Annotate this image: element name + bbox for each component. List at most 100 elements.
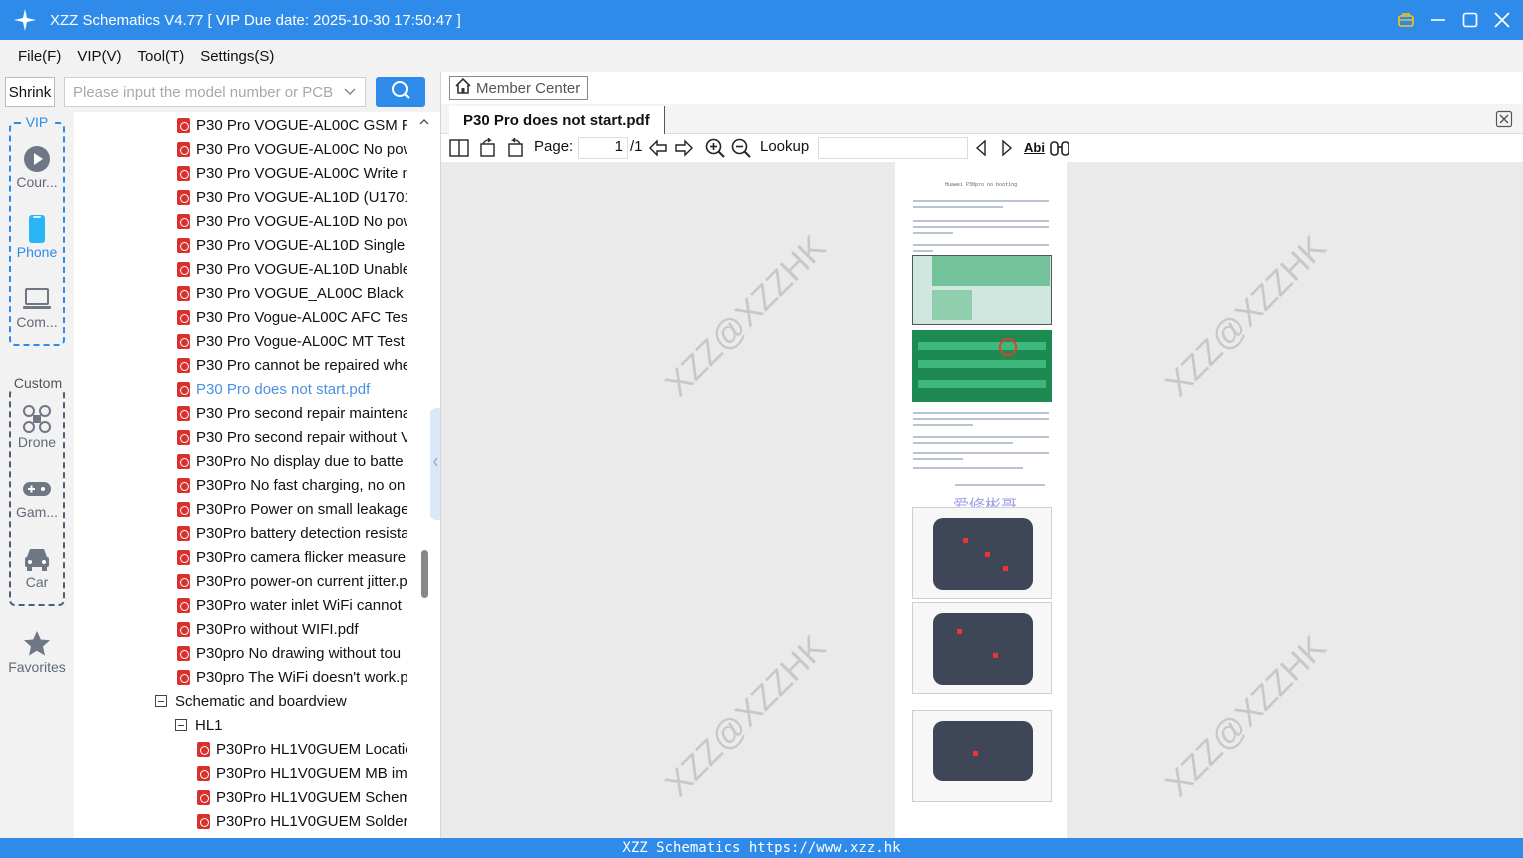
find-prev-icon[interactable] [971, 138, 991, 158]
zoom-in-icon[interactable] [705, 138, 725, 158]
nav-courses[interactable]: Cour... [0, 144, 74, 190]
tree-file-item[interactable]: P30 Pro VOGUE_AL00C Black scr [177, 281, 407, 305]
collapse-box-icon[interactable] [155, 695, 167, 707]
prev-page-icon[interactable] [648, 138, 668, 158]
nav-phone-label: Phone [16, 244, 58, 260]
board-diagram-1 [912, 507, 1052, 599]
tree-file-item[interactable]: P30Pro battery detection resista [177, 521, 407, 545]
laptop-icon [22, 284, 52, 314]
tree-file-item[interactable]: P30Pro Power on small leakage [177, 497, 407, 521]
search-button[interactable] [376, 77, 425, 107]
tree-file-item[interactable]: P30Pro power-on current jitter.p [177, 569, 407, 593]
pdf-viewer[interactable]: XZZ@XZZHK XZZ@XZZHK XZZ@XZZHK XZZ@XZZHK … [441, 162, 1523, 838]
pdf-file-icon [177, 261, 190, 277]
menu-settings[interactable]: Settings(S) [192, 48, 282, 65]
vip-group-label: VIP [22, 114, 52, 130]
custom-group-label: Custom [10, 375, 66, 391]
tree-file-item[interactable]: P30 Pro second repair maintena [177, 401, 407, 425]
tree-file-item[interactable]: P30Pro HL1V0GUEM Locatio [197, 737, 407, 761]
tree-file-item[interactable]: P30Pro No fast charging, no on [177, 473, 407, 497]
tree-file-item[interactable]: P30 Pro second repair without V [177, 425, 407, 449]
tree-file-item[interactable]: P30 Pro Vogue-AL00C MT Test f [177, 329, 407, 353]
tree-subfolder-item[interactable]: HL1 [175, 713, 405, 737]
chevron-down-icon[interactable] [343, 84, 357, 102]
nav-drone[interactable]: Drone [0, 404, 74, 450]
tree-file-item[interactable]: P30 Pro VOGUE-AL00C GSM Re [177, 113, 407, 137]
pdf-toolbar: Page: 1 /1 Lookup Abi [441, 134, 1523, 162]
tree-file-item[interactable]: P30 Pro cannot be repaired whe [177, 353, 407, 377]
nav-favorites[interactable]: Favorites [0, 629, 74, 675]
tree-file-label: P30Pro battery detection resista [196, 524, 407, 542]
maximize-icon[interactable] [1459, 9, 1481, 31]
menu-vip[interactable]: VIP(V) [69, 48, 129, 65]
tree-file-item[interactable]: P30Pro water inlet WiFi cannot [177, 593, 407, 617]
status-bar: XZZ Schematics https://www.xzz.hk [0, 838, 1523, 858]
window-title: XZZ Schematics V4.77 [ VIP Due date: 202… [50, 11, 461, 29]
tree-file-label: P30Pro No display due to batte [196, 452, 404, 470]
tree-file-item[interactable]: P30pro No drawing without tou [177, 641, 407, 665]
tree-file-label: P30Pro HL1V0GUEM Schema [216, 788, 407, 806]
nav-phone[interactable]: Phone [0, 214, 74, 260]
vip-badge-icon[interactable] [1395, 9, 1417, 31]
tree-file-item[interactable]: P30 Pro VOGUE-AL10D Single s [177, 233, 407, 257]
tree-file-item[interactable]: P30Pro HL1V0GUEM Solder . [197, 809, 407, 833]
search-row: Shrink Please input the model number or … [0, 72, 440, 112]
tree-folder-item[interactable]: Schematic and boardview [155, 689, 415, 713]
nav-game-label: Gam... [15, 504, 58, 520]
page-number-input[interactable]: 1 [578, 137, 628, 159]
sidebar-toggle-icon[interactable] [449, 138, 469, 158]
nav-car[interactable]: Car [0, 544, 74, 590]
tree-file-item[interactable]: P30 Pro VOGUE-AL10D (U1701 f [177, 185, 407, 209]
drone-icon [22, 404, 52, 434]
member-center-button[interactable]: Member Center [449, 76, 588, 100]
binoculars-icon[interactable] [1049, 138, 1069, 158]
tree-file-item[interactable]: P30 Pro VOGUE-AL10D Unable [177, 257, 407, 281]
next-page-icon[interactable] [674, 138, 694, 158]
tree-file-item[interactable]: P30Pro camera flicker measurem [177, 545, 407, 569]
pdf-file-icon [177, 309, 190, 325]
tree-file-item[interactable]: P30 Pro VOGUE-AL10D No pow [177, 209, 407, 233]
tree-file-item[interactable]: P30 Pro Vogue-AL00C AFC Test [177, 305, 407, 329]
zoom-out-icon[interactable] [731, 138, 751, 158]
tree-file-label: P30 Pro second repair maintena [196, 404, 407, 422]
phone-icon [26, 214, 48, 244]
tree-file-label: P30Pro Power on small leakage [196, 500, 407, 518]
shrink-button[interactable]: Shrink [5, 77, 55, 107]
home-icon [454, 77, 472, 99]
tree-file-label: P30Pro camera flicker measurem [196, 548, 407, 566]
nav-computer[interactable]: Com... [0, 284, 74, 330]
tree-file-item[interactable]: P30Pro HL1V0GUEM Schema [197, 785, 407, 809]
document-tab[interactable]: P30 Pro does not start.pdf [449, 106, 665, 134]
find-next-icon[interactable] [997, 138, 1017, 158]
search-placeholder: Please input the model number or PCB [73, 83, 334, 101]
tree-file-item[interactable]: P30Pro HL1V0GUEM MB ima [197, 761, 407, 785]
menu-file[interactable]: File(F) [10, 48, 69, 65]
lookup-input[interactable] [818, 137, 968, 159]
tree-file-item[interactable]: P30 Pro does not start.pdf [177, 377, 407, 401]
collapse-box-icon[interactable] [175, 719, 187, 731]
tree-file-item[interactable]: P30 Pro VOGUE-AL00C No pow [177, 137, 407, 161]
tree-file-label: P30Pro power-on current jitter.p [196, 572, 407, 590]
scroll-up-icon[interactable] [419, 114, 429, 132]
close-icon[interactable] [1491, 9, 1513, 31]
tree-file-item[interactable]: P30pro The WiFi doesn't work.p [177, 665, 407, 689]
pcb-photo-2 [912, 330, 1052, 402]
tree-file-item[interactable]: P30Pro without WIFI.pdf [177, 617, 407, 641]
tree-file-label: P30 Pro VOGUE-AL10D Unable [196, 260, 407, 278]
tree-file-item[interactable]: P30 Pro VOGUE-AL00C Write nu [177, 161, 407, 185]
menu-tool[interactable]: Tool(T) [130, 48, 193, 65]
scroll-thumb[interactable] [421, 550, 428, 598]
minimize-icon[interactable] [1427, 9, 1449, 31]
search-input[interactable]: Please input the model number or PCB [64, 77, 366, 107]
pdf-file-icon [177, 381, 190, 397]
rotate-left-icon[interactable] [478, 138, 498, 158]
tree-scrollbar[interactable] [418, 112, 430, 838]
tree-file-label: P30Pro without WIFI.pdf [196, 620, 359, 638]
pdf-file-icon [177, 357, 190, 373]
match-case-toggle[interactable]: Abi [1024, 140, 1045, 155]
tree-file-item[interactable]: P30Pro No display due to batte [177, 449, 407, 473]
rotate-right-icon[interactable] [505, 138, 525, 158]
nav-game[interactable]: Gam... [0, 474, 74, 520]
page-total: /1 [630, 138, 643, 155]
close-tab-icon[interactable] [1495, 110, 1513, 133]
